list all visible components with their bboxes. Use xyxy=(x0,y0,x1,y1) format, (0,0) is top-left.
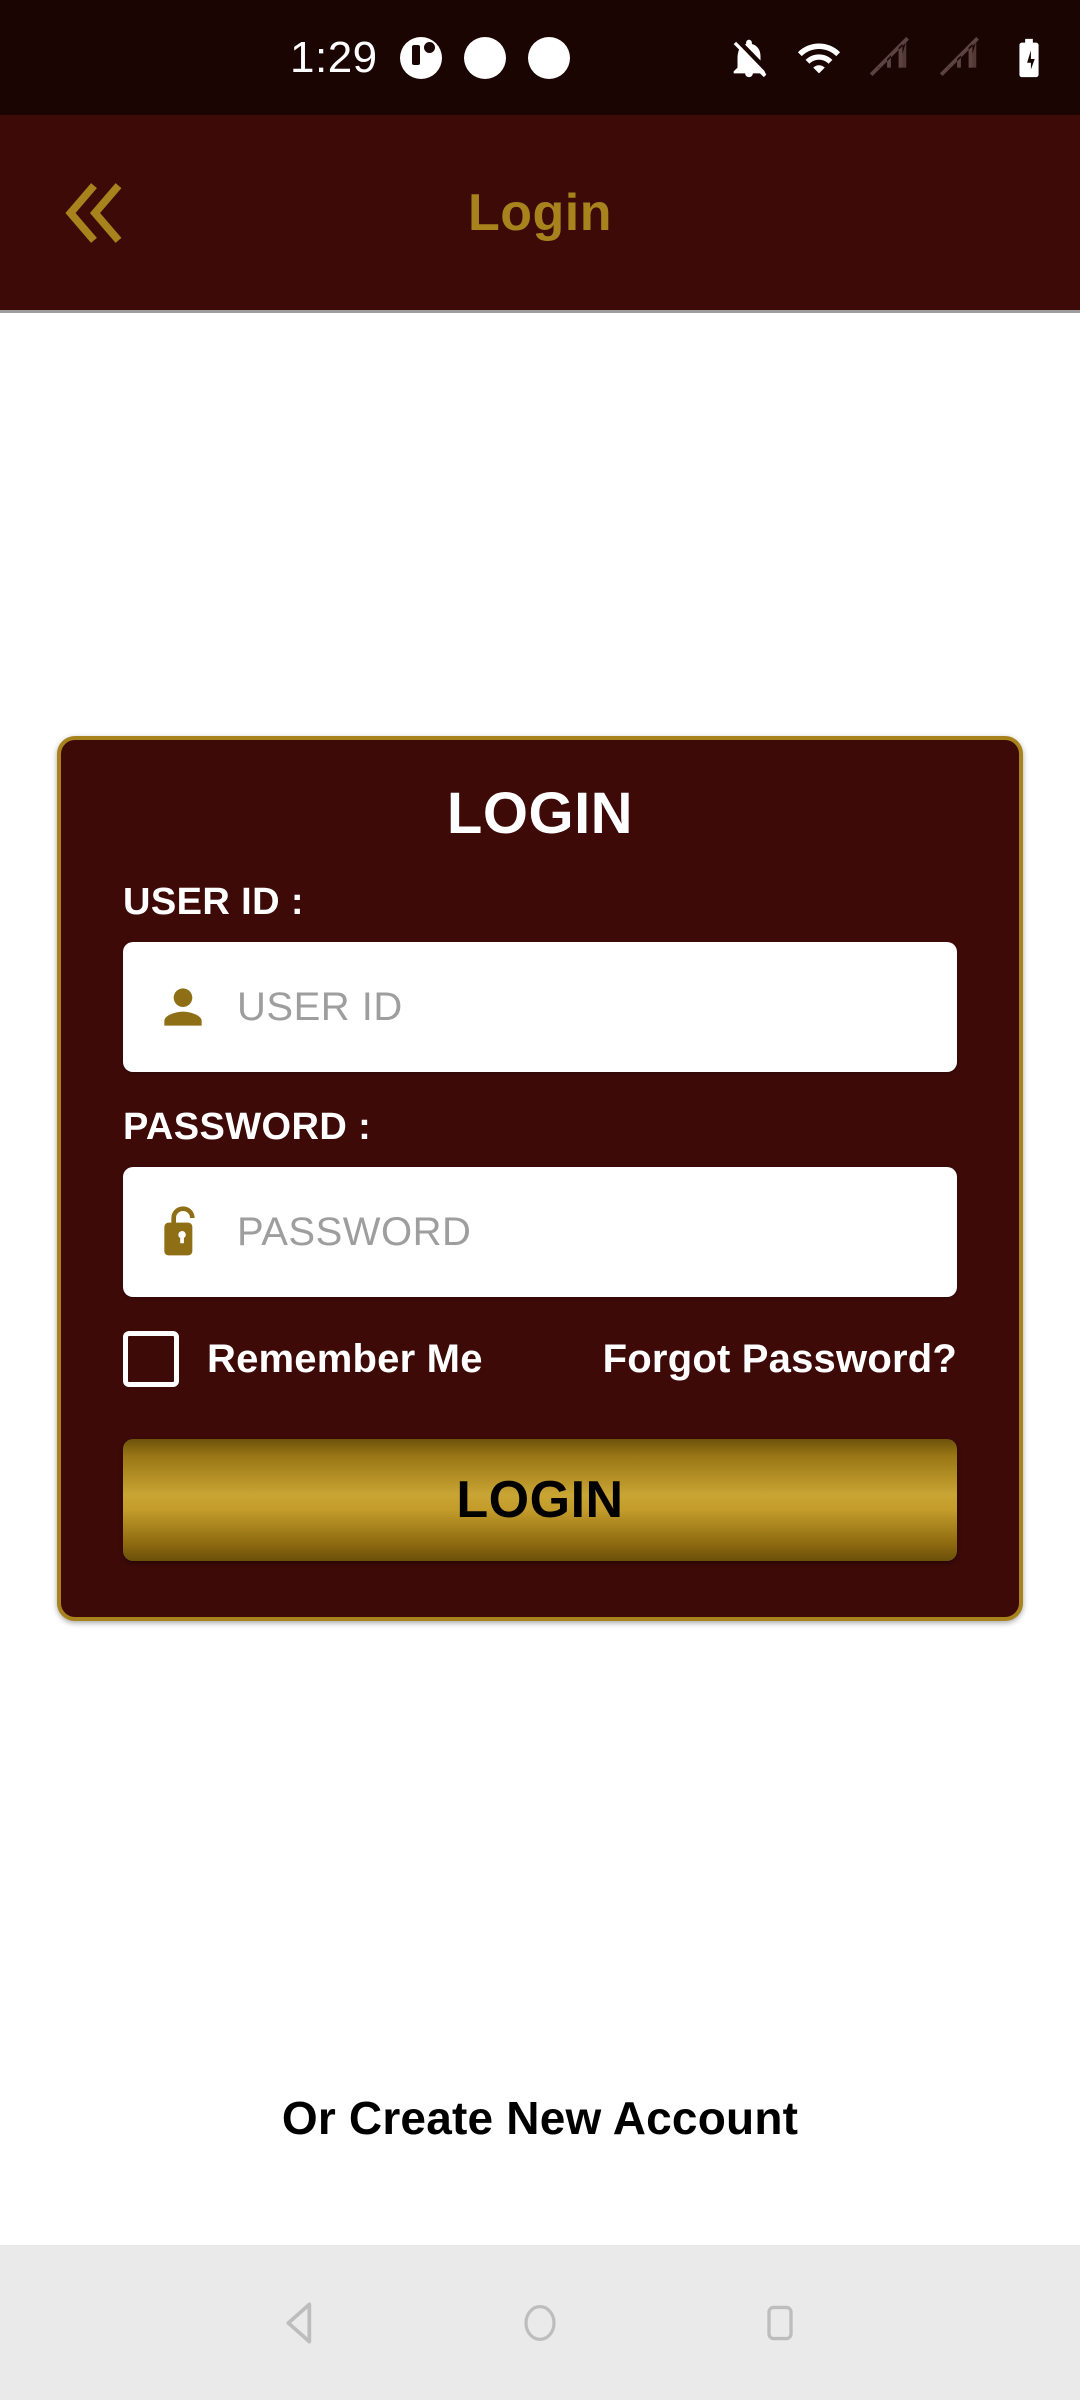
double-chevron-left-icon xyxy=(65,182,122,243)
android-nav-bar xyxy=(0,2245,1080,2400)
remember-me-label: Remember Me xyxy=(207,1336,483,1381)
person-icon xyxy=(155,979,211,1035)
wifi-icon xyxy=(797,43,841,73)
notifications-off-icon xyxy=(733,39,767,77)
square-recents-icon xyxy=(767,2305,793,2340)
circle-home-icon xyxy=(524,2304,556,2341)
password-input[interactable]: PASSWORD xyxy=(123,1167,957,1297)
nav-home-button[interactable] xyxy=(485,2268,595,2378)
app-bar: Login xyxy=(0,115,1080,313)
nav-back-button[interactable] xyxy=(245,2268,355,2378)
notification-dot-icon xyxy=(463,36,506,79)
notification-dot-icon xyxy=(527,36,570,79)
user-id-input[interactable]: USER ID xyxy=(123,942,957,1072)
password-label: PASSWORD : xyxy=(123,1106,372,1148)
create-account-link[interactable]: Or Create New Account xyxy=(0,2091,1080,2145)
notification-circle-icon xyxy=(399,36,442,79)
login-card: LOGIN USER ID : USER ID PASSWORD : PASSW… xyxy=(57,736,1023,1621)
signal-off-icon xyxy=(939,36,979,76)
login-card-title: LOGIN xyxy=(446,781,634,846)
triangle-back-icon xyxy=(286,2301,312,2344)
user-id-label: USER ID : xyxy=(123,881,304,923)
back-button[interactable] xyxy=(40,158,150,268)
forgot-password-link[interactable]: Forgot Password? xyxy=(603,1337,957,1382)
status-bar-clock: 1:29 xyxy=(290,32,378,82)
unlock-icon xyxy=(155,1204,211,1260)
login-options-row: Remember Me Forgot Password? xyxy=(123,1331,957,1387)
page-title: Login xyxy=(467,183,612,242)
main-content: LOGIN USER ID : USER ID PASSWORD : PASSW… xyxy=(0,316,1080,2209)
remember-me-group[interactable]: Remember Me xyxy=(123,1331,483,1387)
battery-charging-icon xyxy=(1019,38,1039,77)
login-submit-button[interactable]: LOGIN xyxy=(123,1439,957,1561)
status-bar-left: 1:29 xyxy=(290,32,570,82)
status-bar-right xyxy=(726,35,1052,81)
password-placeholder: PASSWORD xyxy=(237,1209,472,1254)
remember-me-checkbox[interactable] xyxy=(123,1331,179,1387)
nav-recents-button[interactable] xyxy=(725,2268,835,2378)
signal-off-icon xyxy=(869,36,909,76)
user-id-placeholder: USER ID xyxy=(237,984,403,1029)
status-bar: 1:29 xyxy=(0,0,1080,115)
